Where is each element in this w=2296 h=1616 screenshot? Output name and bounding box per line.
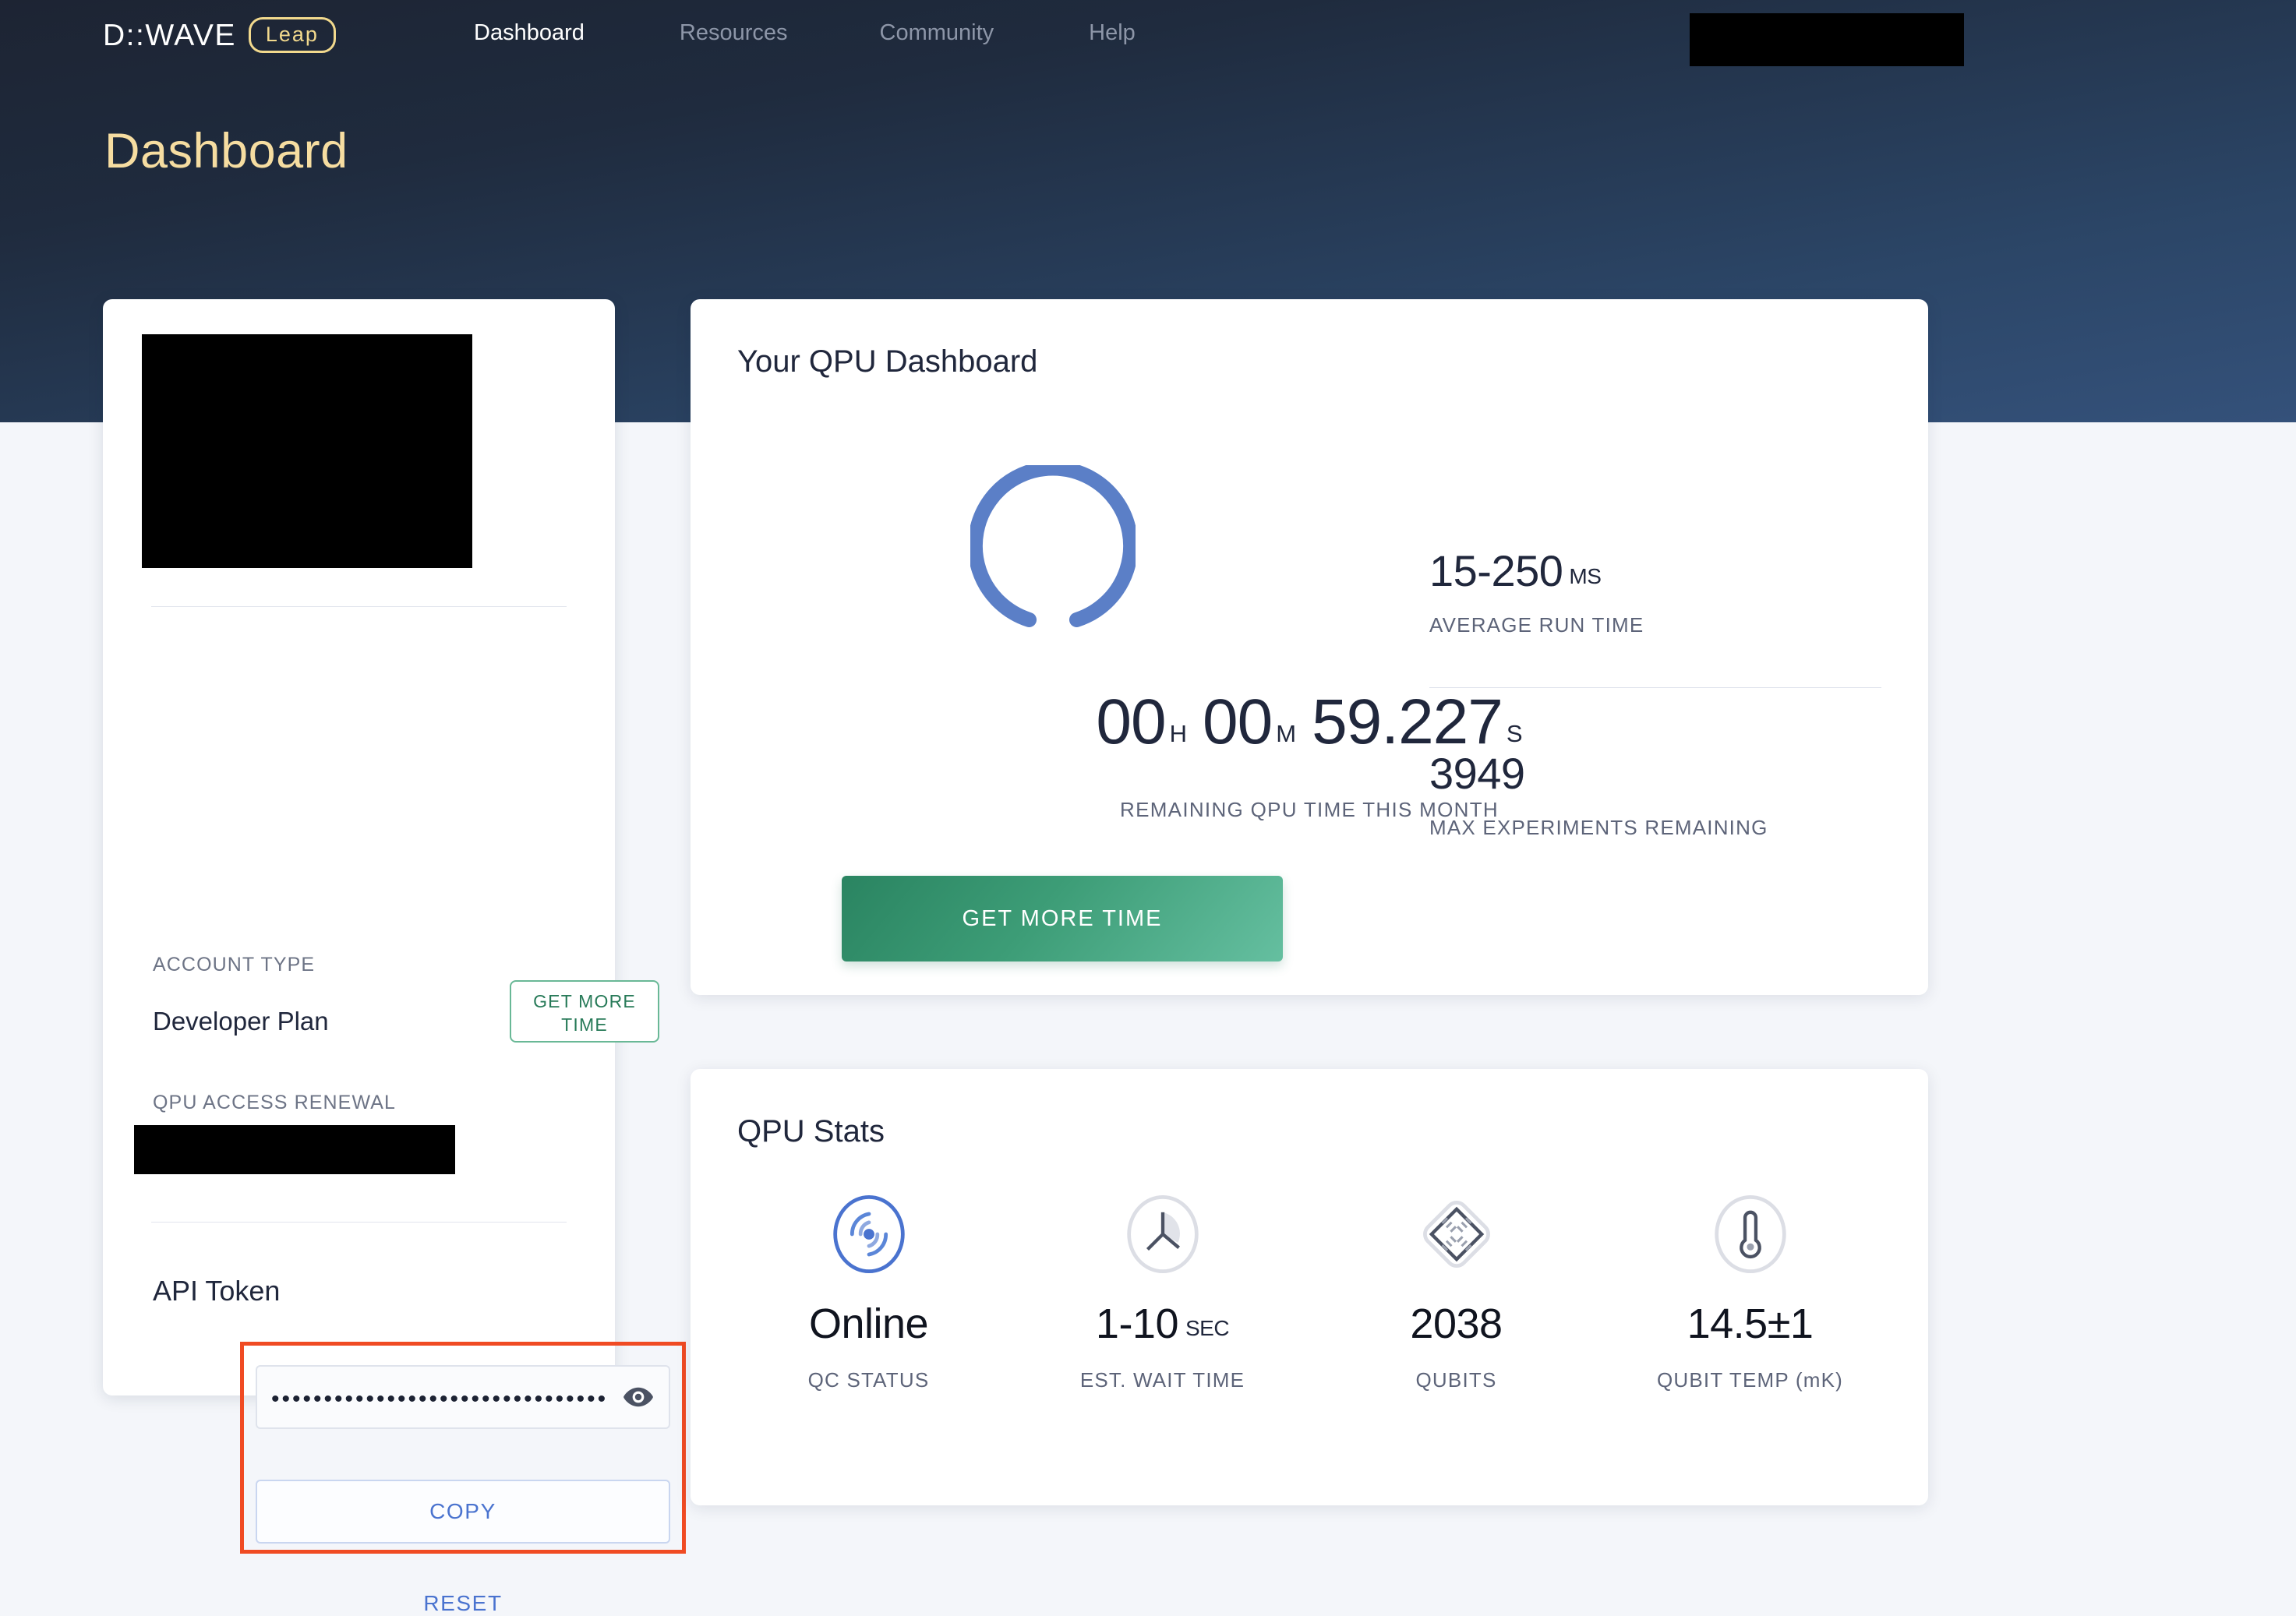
qpu-dashboard-title: Your QPU Dashboard	[737, 344, 1038, 379]
nav-item-dashboard[interactable]: Dashboard	[474, 20, 585, 46]
get-more-time-outline-button[interactable]: GET MORE TIME	[510, 980, 659, 1043]
copy-token-button[interactable]: COPY	[256, 1480, 670, 1544]
qpu-stats-row: Online QC STATUS 1-10SEC EST. WAIT TIME	[722, 1194, 1897, 1392]
wait-time-value-row: 1-10 SEC	[1016, 1300, 1309, 1348]
api-token-input[interactable]: ••••••••••••••••••••••••••••••••	[256, 1365, 670, 1429]
qpu-stat-divider	[1429, 687, 1881, 688]
dwave-leap-logo[interactable]: D::WAVE Leap	[103, 17, 336, 53]
average-run-time-stat: 15-250 MS AVERAGE RUN TIME	[1429, 545, 1644, 637]
qpu-stats-card: QPU Stats Online QC STATUS 1-10 SEC EST.…	[691, 1069, 1928, 1505]
timer-seconds-unit: S	[1506, 720, 1523, 747]
qc-status-value-row: Online	[722, 1300, 1016, 1348]
account-divider-bottom	[151, 1222, 567, 1223]
api-token-value: ••••••••••••••••••••••••••••••••	[271, 1386, 609, 1411]
clock-icon	[1016, 1194, 1309, 1278]
qpu-stat-wait-time: 1-10 SEC EST. WAIT TIME	[1016, 1194, 1309, 1392]
average-run-time-unit: MS	[1569, 564, 1602, 588]
qpu-stat-qc-status: Online QC STATUS	[722, 1194, 1016, 1392]
nav-item-help[interactable]: Help	[1089, 20, 1136, 46]
account-divider-top	[151, 606, 567, 607]
timer-minutes-unit: M	[1276, 720, 1297, 747]
qubits-label: QUBITS	[1415, 1368, 1497, 1392]
timer-minutes: 00	[1203, 686, 1273, 757]
timer-seconds: 59.227	[1312, 686, 1503, 757]
account-card: ACCOUNT TYPE Developer Plan GET MORE TIM…	[103, 299, 686, 1615]
nav-item-community[interactable]: Community	[880, 20, 994, 46]
max-experiments-caption: MAX EXPERIMENTS REMAINING	[1429, 816, 1768, 839]
qubits-value-row: 2038	[1309, 1300, 1603, 1348]
leap-badge: Leap	[248, 17, 336, 53]
account-avatar-redacted	[142, 334, 472, 568]
max-experiments-value-row: 3949	[1429, 748, 1768, 799]
page-title: Dashboard	[104, 124, 348, 178]
average-run-time-value: 15-250	[1429, 546, 1563, 595]
max-experiments-stat: 3949 MAX EXPERIMENTS REMAINING	[1429, 748, 1768, 840]
nav-item-resources[interactable]: Resources	[680, 20, 788, 46]
qc-status-value: Online	[808, 1300, 929, 1347]
average-run-time-value-row: 15-250 MS	[1429, 545, 1644, 596]
qpu-stat-qubits: 2038 QUBITS	[1309, 1194, 1603, 1392]
wait-time-unit: SEC	[1185, 1316, 1230, 1340]
qc-status-label: QC STATUS	[807, 1368, 930, 1392]
qpu-stats-title: QPU Stats	[737, 1114, 885, 1148]
wait-time-label: EST. WAIT TIME	[1079, 1368, 1245, 1392]
qpu-access-renewal-label: QPU ACCESS RENEWAL	[153, 1092, 396, 1113]
dwave-wordmark: D::WAVE	[103, 20, 236, 51]
top-navbar: D::WAVE Leap Dashboard Resources Communi…	[0, 0, 2296, 72]
qubits-value: 2038	[1410, 1300, 1503, 1347]
qpu-time-progress-ring	[967, 460, 1139, 630]
account-type-value: Developer Plan	[153, 1007, 329, 1036]
account-type-label: ACCOUNT TYPE	[153, 954, 316, 976]
qubit-temp-value-row: 14.5±1	[1603, 1300, 1897, 1348]
max-experiments-value: 3949	[1429, 749, 1525, 798]
wait-time-value: 1-10	[1095, 1300, 1179, 1347]
timer-hours: 00	[1096, 686, 1166, 757]
show-token-eye-icon[interactable]	[622, 1385, 655, 1409]
nav-links: Dashboard Resources Community Help	[474, 20, 1136, 46]
user-account-menu-redacted[interactable]	[1690, 13, 1964, 66]
reset-token-button[interactable]: RESET	[256, 1591, 670, 1616]
qubit-temp-value: 14.5±1	[1687, 1300, 1814, 1347]
qubit-temp-label: QUBIT TEMP (mK)	[1656, 1368, 1844, 1392]
chip-icon	[1309, 1194, 1603, 1278]
qpu-access-renewal-value-redacted	[134, 1125, 455, 1174]
average-run-time-caption: AVERAGE RUN TIME	[1429, 613, 1644, 637]
get-more-time-primary-button[interactable]: GET MORE TIME	[842, 876, 1283, 961]
qpu-stat-qubit-temp: 14.5±1 QUBIT TEMP (mK)	[1603, 1194, 1897, 1392]
api-token-title: API Token	[153, 1275, 281, 1307]
thermometer-icon	[1603, 1194, 1897, 1278]
timer-hours-unit: H	[1169, 720, 1188, 747]
dwave-wordmark-text: D::WAVE	[103, 18, 236, 52]
signal-icon	[722, 1194, 1016, 1278]
